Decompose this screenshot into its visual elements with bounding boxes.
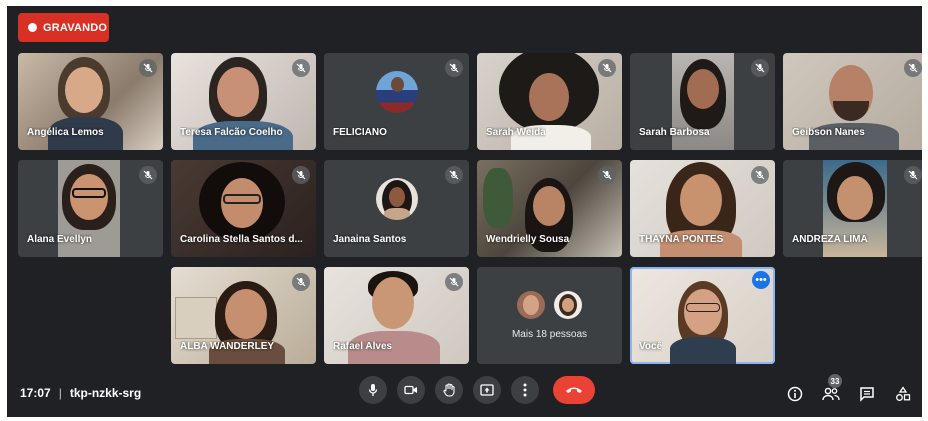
participant-name: Alana Evellyn — [27, 234, 93, 245]
avatar — [553, 291, 582, 319]
participant-name: ALBA WANDERLEY — [180, 341, 275, 352]
info-icon[interactable] — [784, 383, 806, 405]
participant-name: Janaina Santos — [333, 234, 407, 245]
mic-off-icon — [292, 59, 310, 77]
mic-off-icon — [292, 166, 310, 184]
mic-off-icon — [751, 59, 769, 77]
more-options-icon[interactable]: ••• — [752, 271, 770, 289]
avatar — [517, 291, 546, 319]
participant-tile[interactable]: Wendrielly Sousa — [477, 160, 622, 257]
present-icon[interactable] — [473, 376, 501, 404]
mic-off-icon — [598, 166, 616, 184]
participant-tile[interactable]: Geibson Nanes — [783, 53, 922, 150]
mic-off-icon — [751, 166, 769, 184]
participant-tile[interactable]: Sarah Weida — [477, 53, 622, 150]
mic-off-icon — [139, 59, 157, 77]
participant-tile[interactable]: Angélica Lemos — [18, 53, 163, 150]
participant-tile[interactable]: Janaina Santos — [324, 160, 469, 257]
participant-name: Carolina Stella Santos d... — [180, 234, 303, 245]
people-icon[interactable]: 33 — [820, 374, 842, 405]
participant-tile[interactable]: Sarah Barbosa — [630, 53, 775, 150]
people-count-badge: 33 — [828, 374, 842, 388]
call-controls — [359, 376, 605, 404]
mic-off-icon — [445, 166, 463, 184]
participant-tile[interactable]: Teresa Falcão Coelho — [171, 53, 316, 150]
participant-name: Wendrielly Sousa — [486, 234, 570, 245]
meet-window: GRAVANDO Angélica Lemos Teresa Falcão Co… — [7, 6, 922, 417]
recording-label: GRAVANDO — [43, 21, 108, 34]
avatar — [375, 70, 418, 113]
meeting-code[interactable]: tkp-nzkk-srg — [70, 386, 141, 400]
activities-icon[interactable] — [892, 383, 914, 405]
camera-icon[interactable] — [397, 376, 425, 404]
mic-off-icon — [292, 273, 310, 291]
participant-name: Geibson Nanes — [792, 127, 865, 138]
participant-name: Sarah Barbosa — [639, 127, 710, 138]
participant-tile[interactable]: THAYNA PONTES — [630, 160, 775, 257]
recording-dot-icon — [28, 23, 37, 32]
mic-off-icon — [445, 59, 463, 77]
mic-icon[interactable] — [359, 376, 387, 404]
mic-off-icon — [445, 273, 463, 291]
participant-name: Rafael Alves — [333, 341, 393, 352]
participant-name: Sarah Weida — [486, 127, 546, 138]
participant-name: THAYNA PONTES — [639, 234, 724, 245]
divider: | — [58, 386, 62, 400]
mic-off-icon — [598, 59, 616, 77]
mic-off-icon — [139, 166, 157, 184]
participant-name: Você — [639, 341, 663, 352]
avatar — [375, 177, 418, 220]
more-participants-label: Mais 18 pessoas — [511, 329, 588, 340]
recording-badge: GRAVANDO — [18, 13, 109, 42]
participant-tile[interactable]: Carolina Stella Santos d... — [171, 160, 316, 257]
participant-tile[interactable]: ANDREZA LIMA — [783, 160, 922, 257]
mic-off-icon — [904, 59, 922, 77]
participant-tile[interactable]: Alana Evellyn — [18, 160, 163, 257]
more-participants-tile[interactable]: Mais 18 pessoas — [477, 267, 622, 364]
participant-tile[interactable]: ALBA WANDERLEY — [171, 267, 316, 364]
meeting-time: 17:07 — [20, 386, 51, 400]
side-controls: 33 — [770, 374, 914, 405]
participant-tile[interactable]: Rafael Alves — [324, 267, 469, 364]
more-vert-icon[interactable] — [511, 376, 539, 404]
participant-name: ANDREZA LIMA — [792, 234, 868, 245]
participant-name: Angélica Lemos — [27, 127, 104, 138]
participant-name: FELICIANO — [333, 127, 387, 138]
mic-off-icon — [904, 166, 922, 184]
end-call-icon[interactable] — [553, 376, 595, 404]
hand-icon[interactable] — [435, 376, 463, 404]
participant-name: Teresa Falcão Coelho — [180, 127, 283, 138]
self-tile[interactable]: ••• Você — [630, 267, 775, 364]
chat-icon[interactable] — [856, 383, 878, 405]
meeting-details: 17:07 | tkp-nzkk-srg — [20, 386, 141, 400]
participant-tile[interactable]: FELICIANO — [324, 53, 469, 150]
